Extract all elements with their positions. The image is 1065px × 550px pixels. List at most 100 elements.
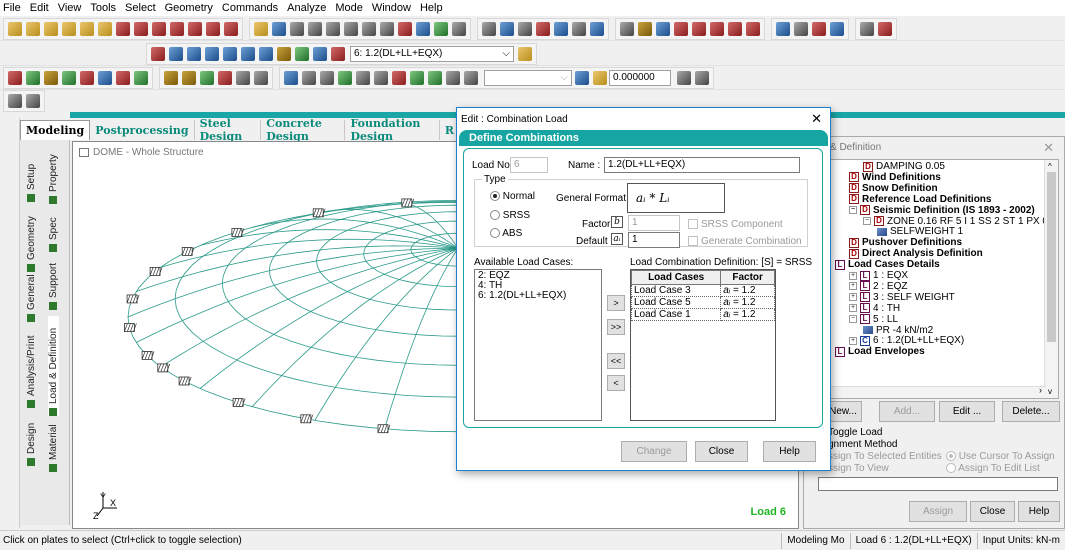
expand-icon[interactable]: + [849, 282, 857, 291]
tool-icon[interactable] [182, 70, 196, 85]
tool-icon[interactable] [80, 21, 94, 36]
menu-mode[interactable]: Mode [335, 2, 363, 14]
tool-icon[interactable] [398, 21, 412, 36]
support-marker[interactable] [149, 267, 163, 276]
tab-material[interactable]: Material [48, 420, 59, 472]
tree-hscrollbar[interactable]: › [825, 385, 1046, 398]
chevron-down-icon[interactable]: v [1048, 387, 1052, 396]
tool-icon[interactable] [410, 70, 424, 85]
help-icon[interactable] [593, 70, 607, 85]
expand-icon[interactable]: − [863, 217, 871, 225]
type-normal[interactable]: Normal [490, 191, 535, 202]
load-icon[interactable] [331, 46, 345, 61]
assign-selected-option[interactable]: ssign To Selected Entities [828, 451, 942, 462]
assign-button[interactable]: Assign [909, 501, 967, 522]
tool-icon[interactable] [44, 21, 58, 36]
tree-scrollbar[interactable]: ^ v [1044, 160, 1058, 398]
cut-icon[interactable] [308, 21, 322, 36]
support-marker[interactable] [124, 323, 137, 332]
zoom-icon[interactable] [259, 46, 273, 61]
select-icon[interactable] [3, 464, 17, 478]
tool-icon[interactable] [26, 94, 40, 108]
select-icon[interactable] [3, 444, 17, 458]
tool-icon[interactable] [518, 21, 532, 36]
list-item[interactable]: 6: 1.2(DL+LL+EQX) [478, 291, 598, 301]
default-field[interactable]: 1 [628, 232, 680, 248]
tool-icon[interactable] [62, 70, 76, 85]
assign-list-field[interactable] [818, 477, 1058, 491]
tool-icon[interactable] [878, 21, 892, 36]
support-marker[interactable] [126, 294, 140, 304]
menu-view[interactable]: View [58, 2, 82, 14]
tool-icon[interactable] [776, 21, 790, 36]
tab-modeling[interactable]: Modeling [20, 120, 91, 140]
tool-icon[interactable] [362, 21, 376, 36]
menu-commands[interactable]: Commands [222, 2, 278, 14]
tool-icon[interactable] [8, 21, 22, 36]
tool-icon[interactable] [26, 70, 40, 85]
menu-select[interactable]: Select [125, 2, 156, 14]
expand-icon[interactable]: + [849, 336, 857, 345]
select-icon[interactable] [3, 384, 17, 398]
expand-icon[interactable]: + [849, 304, 857, 313]
tree-node[interactable]: D Pushover Definitions [849, 237, 962, 248]
table-row[interactable]: Load Case 5 aᵢ = 1.2 [630, 296, 775, 309]
tool-icon[interactable] [98, 21, 112, 36]
tool-icon[interactable] [590, 21, 604, 36]
tab-spec[interactable]: Spec [48, 206, 59, 252]
tab-foundation-design[interactable]: Foundation Design [345, 117, 440, 143]
type-abs[interactable]: ABS [490, 228, 522, 239]
tool-icon[interactable] [356, 70, 370, 85]
support-marker[interactable] [312, 208, 326, 218]
tool-icon[interactable] [338, 70, 352, 85]
chevron-up-icon[interactable]: ^ [1048, 162, 1052, 171]
tool-icon[interactable] [200, 70, 214, 85]
select-icon[interactable] [3, 364, 17, 378]
tool-icon[interactable] [116, 70, 130, 85]
tree-node[interactable]: − L 5 : LL [849, 314, 898, 325]
tool-icon[interactable] [620, 21, 634, 36]
menu-help[interactable]: Help [420, 2, 443, 14]
tree-node[interactable]: −DZONE 0.16 RF 5 I 1 SS 2 ST 1 PX 0.5 PZ… [863, 216, 1058, 227]
use-cursor-option[interactable]: Use Cursor To Assign [946, 451, 1055, 462]
tab-general[interactable]: General [26, 260, 37, 322]
tree-node[interactable]: − D Seismic Definition (IS 1893 - 2002) [849, 205, 1035, 216]
select-icon[interactable] [3, 424, 17, 438]
tool-icon[interactable] [464, 70, 478, 85]
tool-icon[interactable] [536, 21, 550, 36]
tool-icon[interactable] [446, 70, 460, 85]
tab-postprocessing[interactable]: Postprocessing [90, 120, 195, 140]
tab-concrete-design[interactable]: Concrete Design [261, 117, 346, 143]
type-srss[interactable]: SRSS [490, 210, 530, 221]
tool-icon[interactable] [80, 70, 94, 85]
tab-analysis-print[interactable]: Analysis/Print [26, 328, 37, 408]
combination-table[interactable]: Load Cases Factor Load Case 3 aᵢ = 1.2 Load… [630, 269, 776, 421]
zoom-icon[interactable] [151, 46, 165, 61]
tab-property[interactable]: Property [48, 144, 59, 204]
tool-icon[interactable] [500, 21, 514, 36]
select-icon[interactable] [3, 164, 17, 178]
tree-node[interactable]: PR -4 kN/m2 [863, 325, 933, 336]
tool-icon[interactable] [392, 70, 406, 85]
tab-support[interactable]: Support [48, 258, 59, 310]
menu-file[interactable]: File [3, 2, 21, 14]
scroll-thumb[interactable] [1047, 172, 1056, 342]
menu-tools[interactable]: Tools [90, 2, 116, 14]
tool-icon[interactable] [860, 21, 874, 36]
tab-load-definition[interactable]: Load & Definition [48, 316, 59, 416]
support-marker[interactable] [232, 398, 246, 407]
status-units[interactable]: Input Units: kN-m [976, 532, 1065, 549]
menu-edit[interactable]: Edit [30, 2, 49, 14]
available-list[interactable]: 2: EQZ 4: TH 6: 1.2(DL+LL+EQX) [474, 269, 602, 421]
tree-node[interactable]: D Reference Load Definitions [849, 194, 991, 205]
select-icon[interactable] [3, 344, 17, 358]
tool-icon[interactable] [674, 21, 688, 36]
tool-icon[interactable] [638, 21, 652, 36]
dialog-help-button[interactable]: Help [763, 441, 816, 462]
menu-window[interactable]: Window [372, 2, 411, 14]
tool-icon[interactable] [62, 21, 76, 36]
zoom-icon[interactable] [241, 46, 255, 61]
cursor-icon[interactable] [3, 144, 17, 158]
factor-cell[interactable]: aᵢ = 1.2 [720, 284, 775, 297]
support-marker[interactable] [157, 363, 171, 373]
